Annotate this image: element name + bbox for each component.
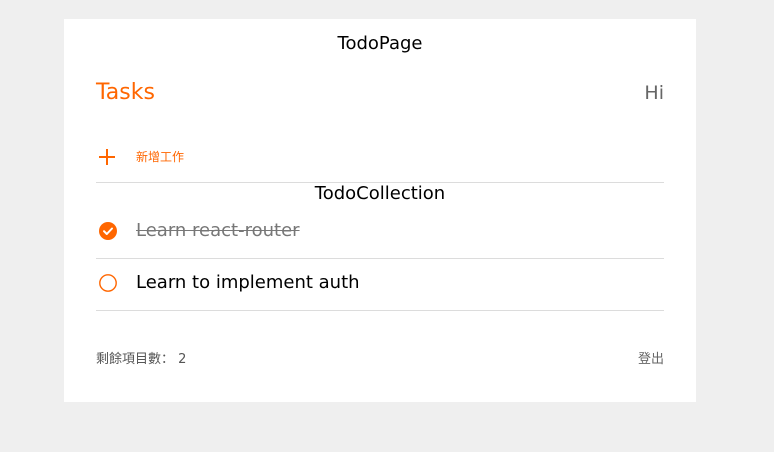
todo-text[interactable]: Learn react-router	[136, 218, 300, 244]
add-todo-button[interactable]: 新增工作	[136, 148, 184, 166]
collection-heading: TodoCollection	[314, 183, 446, 204]
empty-circle-icon[interactable]	[99, 274, 117, 292]
greeting: Hi	[644, 82, 664, 104]
remaining-count: 剩餘項目數： 2	[96, 351, 186, 369]
todo-text[interactable]: Learn to implement auth	[136, 270, 360, 296]
todo-item: Learn react-router	[96, 207, 664, 259]
page-heading: TodoPage	[337, 33, 423, 54]
todo-card: TodoPage Tasks Hi 新增工作 TodoCollection Le…	[64, 19, 696, 402]
add-todo-row[interactable]: 新增工作	[96, 146, 664, 183]
remaining-number: 2	[178, 352, 187, 367]
remaining-label: 剩餘項目數：	[96, 352, 175, 367]
plus-icon[interactable]	[99, 149, 115, 165]
todo-item: Learn to implement auth	[96, 259, 664, 311]
logout-button[interactable]: 登出	[638, 351, 664, 369]
checked-circle-icon[interactable]	[99, 222, 117, 240]
tasks-title: Tasks	[96, 80, 155, 105]
todo-list: Learn react-router Learn to implement au…	[96, 207, 664, 311]
